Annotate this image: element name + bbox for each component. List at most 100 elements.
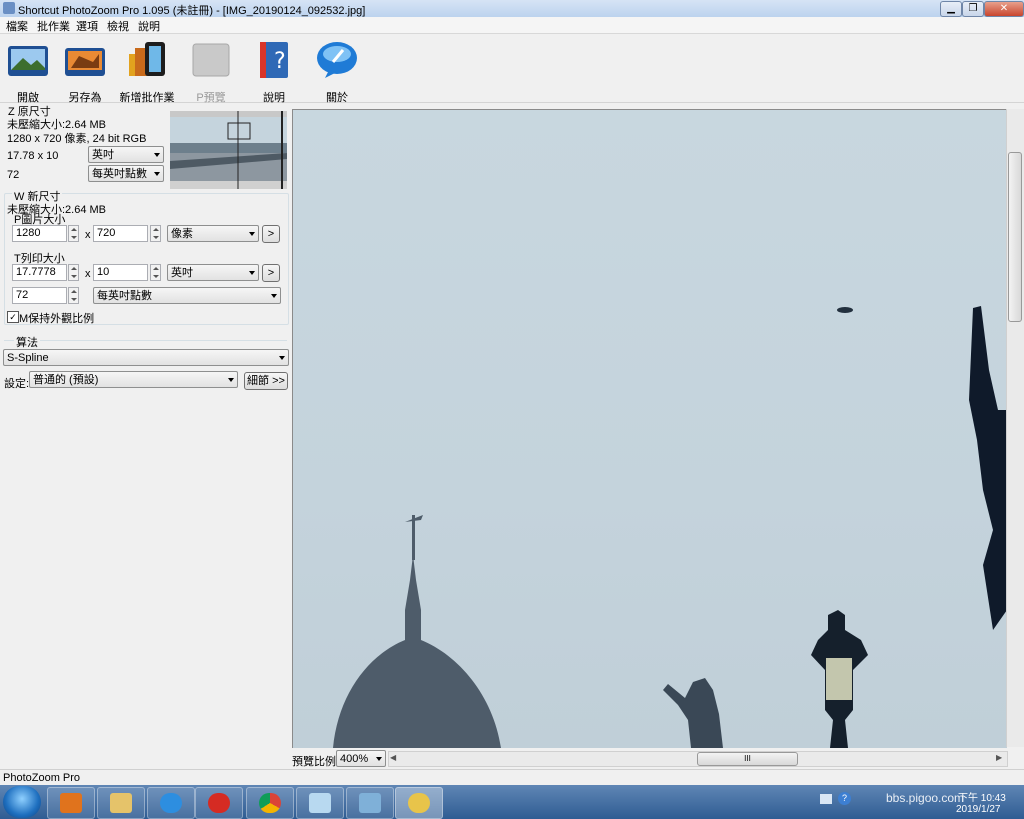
- svg-text:?: ?: [274, 49, 286, 74]
- glass-app-icon: [309, 793, 331, 813]
- original-print-unit-select[interactable]: 英吋: [88, 146, 164, 163]
- original-resolution: 72: [7, 169, 20, 181]
- details-button[interactable]: 細節 >>: [244, 372, 288, 390]
- taskbar-explorer[interactable]: [97, 787, 145, 819]
- menu-bar: 檔案 批作業 選項 檢視 說明: [0, 17, 1024, 34]
- taskbar-chrome[interactable]: [246, 787, 294, 819]
- tray-date[interactable]: 2019/1/27: [956, 804, 1001, 815]
- algorithm-method: S-Spline: [7, 352, 49, 364]
- tray-help-icon[interactable]: ?: [838, 792, 851, 805]
- toolbar: 開啟 另存為 新增批作業 P預覽 ? 說明 關於: [0, 34, 1024, 105]
- tray-watermark: bbs.pigoo.com: [886, 791, 965, 805]
- menu-batch[interactable]: 批作業: [37, 18, 70, 34]
- pixel-unit-select[interactable]: 像素: [167, 225, 259, 242]
- open-image-icon: [8, 46, 48, 76]
- preview-icon: [192, 43, 230, 77]
- menu-options[interactable]: 選項: [76, 18, 98, 34]
- width-print-stepper[interactable]: [68, 264, 79, 281]
- open-button[interactable]: 開啟: [0, 40, 58, 105]
- chevron-down-icon: [376, 757, 382, 761]
- preview-button[interactable]: P預覽: [181, 40, 241, 105]
- taskbar-51[interactable]: [195, 787, 243, 819]
- about-button[interactable]: 關於: [307, 40, 367, 105]
- menu-file[interactable]: 檔案: [6, 18, 28, 34]
- times-sign: x: [85, 268, 91, 280]
- original-resolution-unit-select[interactable]: 每英吋點數: [88, 165, 164, 182]
- taskbar-photozoom[interactable]: [395, 787, 443, 819]
- navigator-thumbnail[interactable]: [170, 111, 287, 189]
- save-as-icon: [65, 48, 105, 76]
- media-player-icon: [60, 793, 82, 813]
- print-go-button[interactable]: >: [262, 264, 280, 282]
- settings-panel: Z 原尺寸 未壓縮大小:2.64 MB 1280 x 720 像素, 24 bi…: [0, 103, 291, 768]
- resolution-input[interactable]: 72: [12, 287, 67, 304]
- width-px-input[interactable]: 1280: [12, 225, 67, 242]
- preset-value: 普通的 (預設): [33, 374, 99, 386]
- chevron-down-icon: [249, 271, 255, 275]
- tray-time[interactable]: 下午 10:43: [958, 789, 1006, 804]
- status-bar: PhotoZoom Pro: [0, 769, 1024, 786]
- original-print-size: 17.78 x 10: [7, 150, 59, 162]
- chevron-down-icon: [228, 378, 234, 382]
- chevron-down-icon: [154, 153, 160, 157]
- chevron-down-icon: [154, 172, 160, 176]
- original-resolution-unit: 每英吋點數: [92, 168, 147, 180]
- photo-viewer-icon: [359, 793, 381, 813]
- chevron-down-icon: [249, 232, 255, 236]
- height-px-input[interactable]: 720: [93, 225, 148, 242]
- taskbar-ie[interactable]: [147, 787, 195, 819]
- app-51-icon: [208, 793, 230, 813]
- keep-ratio-label: M保持外觀比例: [19, 313, 95, 325]
- resolution-unit-select[interactable]: 每英吋點數: [93, 287, 281, 304]
- horizontal-scroll-thumb[interactable]: III: [697, 752, 798, 766]
- menu-help[interactable]: 說明: [138, 18, 160, 34]
- start-button[interactable]: [3, 786, 41, 818]
- algorithm-select[interactable]: S-Spline: [3, 349, 289, 366]
- chevron-down-icon: [279, 356, 285, 360]
- zoom-value: 400%: [340, 753, 369, 765]
- times-sign: x: [85, 229, 91, 241]
- resolution-unit: 每英吋點數: [97, 290, 152, 302]
- height-print-input[interactable]: 10: [93, 264, 148, 281]
- zoom-select[interactable]: 400%: [336, 750, 386, 767]
- pixel-unit: 像素: [171, 228, 193, 240]
- app-icon: [3, 2, 15, 14]
- window-title: Shortcut PhotoZoom Pro 1.095 (未註冊) - [IM…: [18, 5, 366, 17]
- taskbar-photo[interactable]: [346, 787, 394, 819]
- print-unit-select[interactable]: 英吋: [167, 264, 259, 281]
- vertical-scroll-thumb[interactable]: [1008, 152, 1022, 322]
- batch-film-icon: [129, 42, 165, 76]
- save-as-button[interactable]: 另存為: [55, 40, 115, 105]
- photozoom-icon: [408, 793, 430, 813]
- maximize-button[interactable]: ❐: [962, 1, 984, 17]
- width-print-input[interactable]: 17.7778: [12, 264, 67, 281]
- menu-view[interactable]: 檢視: [107, 18, 129, 34]
- chevron-down-icon: [271, 294, 277, 298]
- scroll-left-icon[interactable]: ◀: [390, 753, 396, 762]
- height-print-stepper[interactable]: [150, 264, 161, 281]
- new-batch-button[interactable]: 新增批作業: [117, 40, 177, 105]
- pixel-go-button[interactable]: >: [262, 225, 280, 243]
- keep-ratio-checkbox[interactable]: ✓: [7, 311, 19, 323]
- height-px-stepper[interactable]: [150, 225, 161, 242]
- title-bar[interactable]: Shortcut PhotoZoom Pro 1.095 (未註冊) - [IM…: [0, 0, 1024, 18]
- preset-select[interactable]: 普通的 (預設): [29, 371, 238, 388]
- close-button[interactable]: ✕: [984, 1, 1024, 17]
- original-pixels: 1280 x 720 像素, 24 bit RGB: [7, 133, 147, 145]
- width-px-stepper[interactable]: [68, 225, 79, 242]
- taskbar-media-player[interactable]: [47, 787, 95, 819]
- tray-keyboard-icon[interactable]: [820, 794, 832, 804]
- about-icon: [317, 42, 357, 78]
- print-unit: 英吋: [171, 267, 193, 279]
- settings-label: 設定:: [4, 378, 30, 390]
- image-preview[interactable]: [292, 109, 1007, 748]
- minimize-button[interactable]: ▁: [940, 1, 962, 17]
- taskbar-app-glass[interactable]: [296, 787, 344, 819]
- scroll-right-icon[interactable]: ▶: [996, 753, 1002, 762]
- about-label: 關於: [326, 92, 348, 104]
- resolution-stepper[interactable]: [68, 287, 79, 304]
- algorithm-divider: [4, 340, 287, 341]
- chrome-icon: [259, 793, 281, 813]
- help-button[interactable]: ? 說明: [244, 40, 304, 105]
- original-print-unit: 英吋: [92, 149, 114, 161]
